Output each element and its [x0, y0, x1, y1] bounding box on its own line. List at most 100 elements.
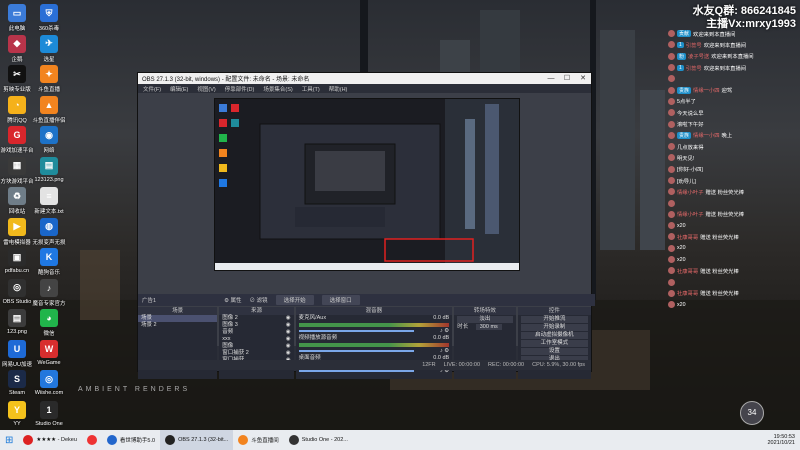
nested-preview-graphic	[215, 99, 519, 270]
taskbar-app[interactable]: Studio One - 202...	[284, 430, 353, 450]
source-item[interactable]: 图像 3 ◉	[219, 322, 293, 329]
desktop-icon[interactable]: ◉ 网络	[28, 126, 70, 154]
eye-icon[interactable]: ◉	[286, 343, 291, 350]
eye-icon[interactable]: ◉	[286, 336, 291, 343]
chat-username[interactable]: 情缘一小四	[693, 131, 720, 139]
scenes-dock-header: 场景	[138, 307, 218, 315]
menu-item[interactable]: 帮助(H)	[329, 85, 348, 93]
slider-track[interactable]	[298, 350, 414, 352]
mixer-dock-header: 混音器	[295, 307, 453, 315]
control-button[interactable]: 工作室模式	[520, 340, 588, 347]
taskbar-app[interactable]: 斗鱼直播间	[233, 430, 284, 450]
menu-item[interactable]: 场景集合(S)	[263, 85, 292, 93]
source-item[interactable]: 音频 ◉	[219, 329, 293, 336]
taskbar-app[interactable]: ★★★★ - Dekeu	[18, 430, 82, 450]
taskbar-app[interactable]: 看世博助手5.0	[102, 430, 160, 450]
source-item[interactable]: 图像 2 ◉	[219, 315, 293, 322]
obs-preview-area[interactable]: 广告1 ⚙ 属性 ⊘ 滤镜 选择开始 选择窗口 场景 场景 场景 2 来源 图像 …	[138, 93, 595, 379]
eye-icon[interactable]: ◉	[286, 329, 291, 336]
menu-item[interactable]: 文件(F)	[143, 85, 161, 93]
volume-slider[interactable]: ♪ ⚙	[296, 328, 453, 335]
desktop-icon[interactable]: ⛨ 360杀毒	[28, 4, 70, 32]
taskbar-app-label: ★★★★ - Dekeu	[36, 437, 77, 443]
eye-icon[interactable]: ◉	[286, 350, 291, 357]
scene-item[interactable]: 场景 2	[138, 322, 217, 329]
speaker-icon[interactable]: ♪ ⚙	[440, 328, 449, 335]
chat-message: 社康哥哥 赠送 粉丝荧光棒	[668, 288, 798, 299]
duration-input[interactable]: 300 ms	[475, 324, 502, 330]
properties-button[interactable]: ⚙ 属性	[224, 296, 241, 304]
avatar	[668, 289, 675, 297]
obs-titlebar[interactable]: OBS 27.1.3 (32-bit, windows) - 配置文件: 未命名…	[138, 73, 591, 84]
source-item[interactable]: xxx ◉	[219, 336, 293, 343]
maximize-button[interactable]: ☐	[559, 73, 575, 84]
control-button[interactable]: 设置	[520, 348, 588, 355]
wallpaper-watermark: AMBIENT RENDERS	[78, 386, 191, 393]
chat-username[interactable]: 引蕊号	[686, 41, 702, 49]
chat-username[interactable]: 社康哥哥	[677, 289, 698, 297]
source-item[interactable]: 图像 ◉	[219, 343, 293, 350]
app-icon: ◕	[40, 309, 58, 327]
desktop-icon[interactable]: W WeGame	[28, 339, 70, 366]
chat-text: 今天说么早	[677, 110, 704, 117]
chat-username[interactable]: 社康哥哥	[677, 233, 698, 241]
desktop-icon[interactable]: ◎ Wiishe.com	[28, 370, 70, 396]
desktop-icon[interactable]: ◍ 无损变声无损	[28, 217, 70, 246]
chat-username[interactable]: 情缘小叶子	[677, 210, 704, 218]
chat-username[interactable]: 情缘一小四	[693, 86, 720, 94]
eye-icon[interactable]: ◉	[286, 322, 291, 329]
taskbar-app[interactable]	[82, 430, 102, 450]
app-icon: ⛨	[40, 4, 58, 22]
desktop-icon-label: 360杀毒	[38, 26, 60, 32]
notification-count-badge[interactable]: 34	[740, 401, 764, 425]
desktop-icon[interactable]: 1 Studio One	[28, 400, 70, 427]
chat-message: x20	[668, 254, 798, 265]
speaker-icon[interactable]: ♪ ⚙	[440, 348, 449, 355]
scene-item[interactable]: 场景	[138, 315, 218, 322]
desktop-icon[interactable]: ≡ 新建文本.txt	[28, 187, 70, 215]
menu-item[interactable]: 视图(V)	[197, 85, 215, 93]
select-start-button[interactable]: 选择开始	[275, 295, 314, 305]
obs-preview-canvas[interactable]	[214, 98, 520, 271]
mixer-channel-db: 0.0 dB	[433, 315, 450, 321]
desktop-icon[interactable]: ♪ 魔音专家官方	[28, 278, 70, 307]
obs-window[interactable]: OBS 27.1.3 (32-bit, windows) - 配置文件: 未命名…	[137, 72, 595, 379]
control-button[interactable]: 开始录制	[520, 324, 588, 331]
menu-item[interactable]: 编辑(E)	[170, 85, 188, 93]
volume-slider[interactable]: ♪ ⚙	[296, 348, 453, 355]
chat-username[interactable]: 引蕊号	[686, 64, 702, 72]
chat-message: x20	[668, 243, 798, 254]
chat-username[interactable]: 情缘小叶子	[677, 188, 704, 196]
transition-type-select[interactable]: 淡出	[457, 316, 513, 323]
mixer-channel-name: 视频播放源音频	[298, 335, 338, 341]
chat-username[interactable]: 社康哥哥	[677, 267, 698, 275]
desktop-icon[interactable]: ✦ 斗鱼直播	[28, 65, 70, 93]
slider-track[interactable]	[298, 370, 414, 372]
chat-text: 赠送 粉丝荧光棒	[700, 291, 739, 298]
source-item[interactable]: 窗口捕获 2 ◉	[219, 350, 293, 357]
menu-item[interactable]: 停靠部件(D)	[225, 85, 255, 93]
eye-icon[interactable]: ◉	[286, 315, 291, 322]
system-tray[interactable]: 19:50:53 2021/10/21	[762, 430, 800, 450]
taskbar-app[interactable]: OBS 27.1.3 (32-bit...	[160, 430, 234, 450]
chat-message: [你好-小四]	[668, 164, 798, 175]
desktop-icon[interactable]: K 酷狗音乐	[28, 248, 70, 276]
control-button[interactable]: 启动虚拟摄像机	[520, 332, 588, 339]
obs-statusbar: 12FR LIVE: 00:00:00 REC: 00:00:00 CPU: 5…	[138, 360, 591, 370]
app-icon	[86, 435, 97, 445]
desktop-icon[interactable]: ✈ 选星	[28, 34, 70, 63]
app-icon: ◍	[40, 217, 58, 236]
close-button[interactable]: ✕	[575, 73, 591, 84]
filters-button[interactable]: ⊘ 滤镜	[250, 296, 268, 304]
desktop-icon[interactable]: ◕ 微信	[28, 309, 70, 337]
minimize-button[interactable]: —	[543, 73, 559, 84]
select-window-button[interactable]: 选择窗口	[321, 295, 360, 305]
start-button[interactable]: ⊞	[0, 430, 18, 450]
desktop-icon[interactable]: ▲ 斗鱼直播伴侣	[28, 95, 70, 124]
desktop-icon[interactable]: ▤ 123123.png	[28, 156, 70, 183]
chat-username[interactable]: 凌子号送	[688, 52, 709, 60]
slider-track[interactable]	[298, 330, 414, 332]
control-button[interactable]: 开始推流	[520, 316, 588, 323]
menu-item[interactable]: 工具(T)	[302, 85, 320, 93]
fan-badge: 贵族	[677, 86, 692, 94]
